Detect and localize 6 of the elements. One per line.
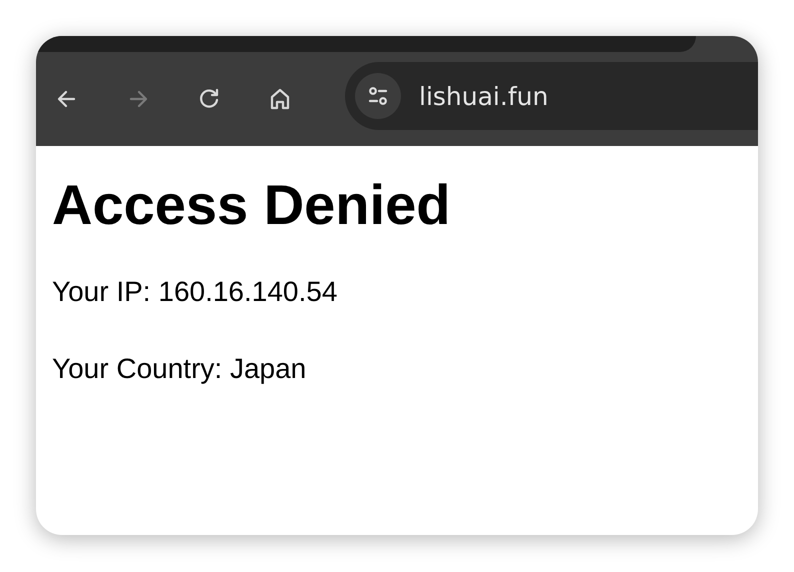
url-text: lishuai.fun [419,82,548,110]
site-settings-icon[interactable] [355,73,401,119]
page-heading: Access Denied [52,174,452,236]
info-text: Your Country: Japan [52,352,308,386]
address-bar[interactable]: lishuai.fun [345,62,758,130]
info-text: Your IP: 160.16.140.54 [52,274,338,309]
